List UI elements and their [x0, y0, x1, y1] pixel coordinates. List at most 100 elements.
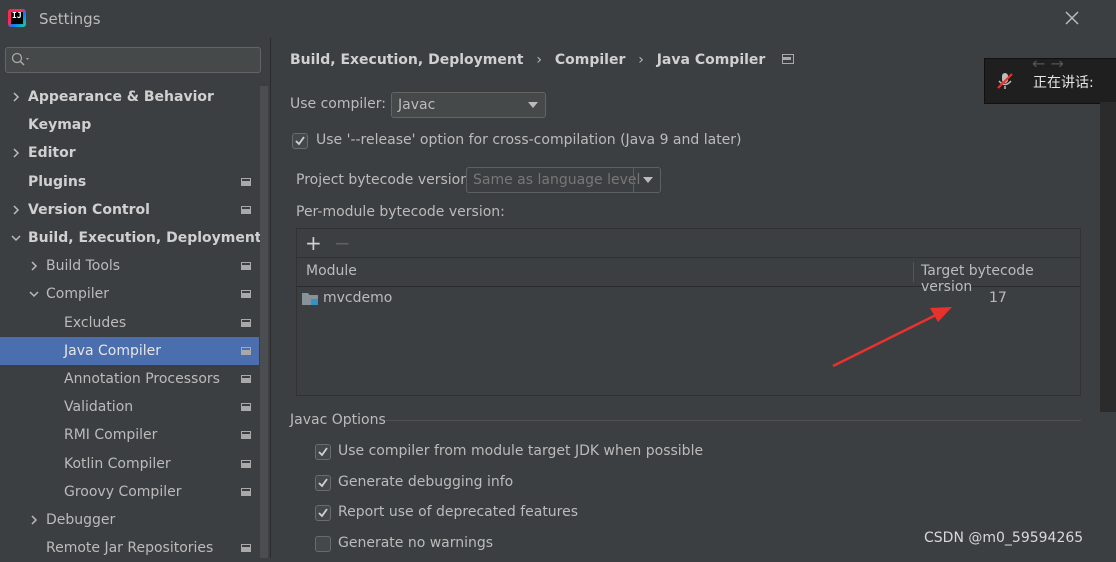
sidebar-item[interactable]: Version Control — [0, 196, 259, 224]
sidebar-item-label: Appearance & Behavior — [28, 89, 214, 105]
javac-option-checkbox[interactable] — [315, 505, 331, 521]
checkmark-icon — [318, 447, 328, 457]
javac-option-checkbox[interactable] — [315, 535, 331, 552]
javac-option-label: Generate no warnings — [338, 534, 494, 551]
chevron-right-icon[interactable] — [28, 260, 40, 272]
module-name-cell: mvcdemo — [323, 290, 393, 306]
project-level-icon — [241, 205, 251, 214]
use-compiler-select[interactable]: Javac — [391, 92, 546, 118]
sidebar-item-label: Keymap — [28, 117, 92, 134]
window-title: Settings — [39, 10, 101, 28]
javac-option-checkbox[interactable] — [315, 444, 331, 460]
per-module-label: Per-module bytecode version: — [296, 204, 505, 220]
back-arrow-icon[interactable]: ← — [1032, 54, 1045, 73]
sidebar-item[interactable]: Java Compiler — [0, 336, 259, 365]
chevron-right-icon[interactable] — [10, 204, 22, 216]
chevron-down-icon — [643, 177, 653, 183]
checkmark-icon — [318, 508, 328, 518]
chevron-down-icon[interactable] — [10, 232, 22, 244]
sidebar-item[interactable]: Build Tools — [0, 252, 259, 280]
project-level-icon — [241, 318, 251, 327]
target-version-cell[interactable]: 17 — [989, 290, 1007, 306]
breadcrumb-item: Java Compiler — [656, 52, 766, 68]
sidebar-item[interactable]: Debugger — [0, 506, 259, 534]
javac-option-label: Report use of deprecated features — [338, 504, 579, 520]
navigation-arrows: ← → — [1032, 54, 1064, 73]
forward-arrow-icon[interactable]: → — [1051, 54, 1064, 73]
chevron-right-icon[interactable] — [10, 147, 22, 159]
javac-option-label: Use compiler from module target JDK when… — [338, 443, 704, 459]
chevron-down-icon[interactable] — [28, 288, 40, 300]
combo-divider — [633, 168, 634, 192]
sidebar-item[interactable]: Excludes — [0, 309, 259, 337]
search-input[interactable] — [5, 47, 261, 73]
chevron-down-icon — [528, 102, 538, 108]
divider — [385, 420, 1081, 421]
breadcrumb-item[interactable]: Build, Execution, Deployment — [290, 52, 524, 68]
sidebar-item-label: Annotation Processors — [64, 371, 220, 387]
sidebar-item-label: Java Compiler — [64, 342, 162, 359]
search-icon — [11, 52, 29, 66]
javac-option-label: Generate debugging info — [338, 473, 514, 490]
close-icon — [1065, 11, 1079, 25]
project-level-icon — [241, 487, 251, 496]
chevron-right-icon[interactable] — [28, 514, 40, 526]
sidebar-item-label: Build Tools — [46, 258, 121, 275]
sidebar-item[interactable]: RMI Compiler — [0, 421, 259, 449]
breadcrumb: Build, Execution, Deployment › Compiler … — [290, 52, 802, 68]
sidebar-item-label: Excludes — [64, 314, 127, 331]
sidebar-item-label: Debugger — [46, 512, 116, 528]
sidebar-item[interactable]: Annotation Processors — [0, 365, 259, 393]
sidebar-item-label: Version Control — [28, 201, 150, 218]
use-compiler-value: Javac — [398, 97, 436, 113]
project-level-icon — [241, 262, 251, 271]
sidebar-item-label: Groovy Compiler — [64, 483, 182, 500]
intellij-app-icon: IJ — [8, 9, 26, 27]
release-option-checkbox[interactable] — [292, 133, 308, 149]
sidebar-item[interactable]: Build, Execution, Deployment — [0, 224, 262, 252]
project-bytecode-select[interactable]: Same as language level — [466, 167, 661, 193]
project-bytecode-label: Project bytecode version: — [296, 172, 474, 188]
add-button[interactable]: + — [305, 231, 322, 255]
remove-button[interactable]: − — [334, 231, 351, 255]
title-bar: IJ Settings — [0, 0, 1116, 39]
per-module-table: + − Module Target bytecode version mvcde… — [296, 228, 1081, 396]
sidebar-item[interactable]: Compiler — [0, 280, 259, 308]
sidebar-item[interactable]: Groovy Compiler — [0, 478, 259, 506]
column-header-module[interactable]: Module — [306, 263, 357, 279]
sidebar-item[interactable]: Keymap — [0, 111, 259, 139]
breadcrumb-item[interactable]: Compiler — [555, 52, 626, 68]
column-divider[interactable] — [913, 262, 914, 282]
project-level-icon — [241, 403, 251, 412]
project-bytecode-value: Same as language level — [473, 172, 641, 188]
sidebar-item[interactable]: Plugins — [0, 168, 259, 196]
sidebar-item[interactable]: Editor — [0, 139, 259, 167]
javac-option-checkbox[interactable] — [315, 474, 331, 491]
project-level-icon — [241, 346, 251, 355]
settings-content: Build, Execution, Deployment › Compiler … — [271, 38, 1116, 558]
sidebar-item-label: Compiler — [46, 286, 110, 303]
sidebar-item[interactable]: Validation — [0, 393, 259, 421]
sidebar-scrollbar[interactable] — [260, 86, 268, 558]
sidebar-item-label: Validation — [64, 399, 134, 416]
sidebar-item[interactable]: Appearance & Behavior — [0, 83, 259, 111]
table-header: Module Target bytecode version — [297, 258, 1080, 295]
checkmark-icon — [295, 136, 305, 146]
release-option-label: Use '--release' option for cross-compila… — [316, 132, 742, 148]
sidebar-item-label: Kotlin Compiler — [64, 455, 171, 472]
sidebar-item-label: Build, Execution, Deployment — [28, 230, 262, 246]
module-folder-icon — [302, 293, 318, 305]
watermark: CSDN @m0_59594265 — [924, 530, 1084, 546]
table-row[interactable]: mvcdemo 17 — [297, 286, 1080, 312]
project-level-icon — [241, 290, 251, 299]
checkmark-icon — [318, 477, 328, 487]
breadcrumb-separator: › — [638, 52, 644, 68]
breadcrumb-separator: › — [536, 52, 542, 68]
project-level-icon — [241, 459, 251, 468]
app-icon-text: IJ — [12, 11, 22, 20]
settings-sidebar: Appearance & Behavior Keymap Editor Plugins… — [0, 38, 271, 558]
close-button[interactable] — [1060, 6, 1084, 30]
sidebar-item[interactable]: Kotlin Compiler — [0, 450, 259, 478]
javac-options-title: Javac Options — [290, 412, 386, 428]
chevron-right-icon[interactable] — [10, 91, 22, 103]
